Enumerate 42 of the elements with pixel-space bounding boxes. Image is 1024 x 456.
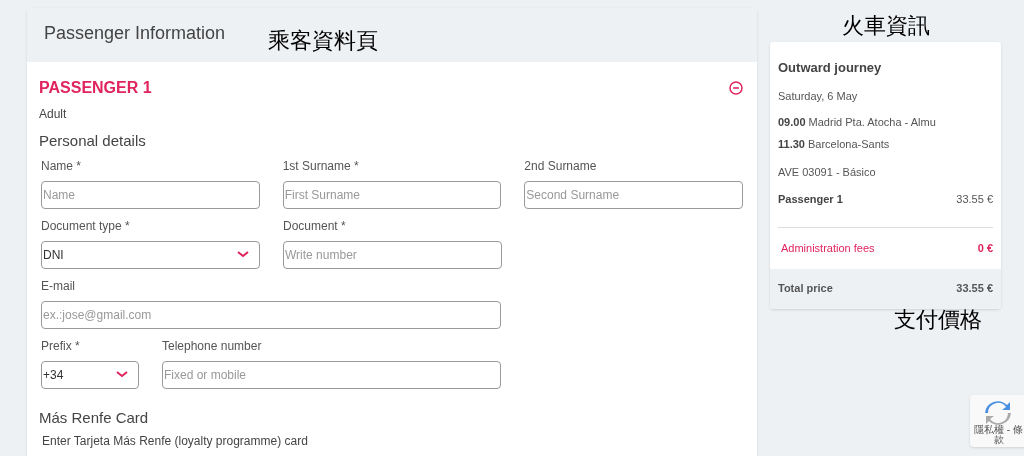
recaptcha-icon — [984, 401, 1012, 425]
caret-icon — [237, 251, 249, 258]
price-value: 33.55 € — [956, 191, 993, 207]
passenger-type: Adult — [39, 106, 68, 123]
field-label: 1st Surname * — [282, 157, 360, 175]
input-field[interactable]: ex.:jose@gmail.com — [41, 300, 501, 329]
total-label: Total price — [778, 281, 833, 297]
annotation-text: 乘客資料頁 — [268, 30, 378, 52]
caret-icon — [116, 371, 128, 378]
section-heading: Personal details — [39, 131, 147, 151]
input-field[interactable]: Fixed or mobile — [162, 360, 501, 389]
fees-value: 0 € — [977, 241, 993, 256]
train-info: AVE 03091 - Básico — [778, 165, 877, 180]
recaptcha-link[interactable]: 隱私權 - 條 — [974, 425, 1023, 435]
annotation-text: 火車資訊 — [842, 15, 930, 37]
dropdown[interactable]: +34 — [41, 360, 139, 389]
field-label: 2nd Surname — [524, 157, 598, 175]
journey-date: Saturday, 6 May — [778, 88, 859, 104]
field-label: E-mail — [41, 277, 76, 295]
summary-title: Outward journey — [778, 59, 883, 77]
field-label: Document * — [283, 217, 347, 235]
passenger-heading: PASSENGER 1 — [39, 78, 152, 98]
passenger-label: Passenger 1 — [778, 191, 843, 207]
input-field[interactable]: Second Surname — [524, 180, 743, 209]
input-field[interactable]: First Surname — [282, 180, 502, 209]
section-heading: Más Renfe Card — [39, 407, 150, 428]
recaptcha-link[interactable]: 款 — [974, 435, 1004, 445]
field-label: Telephone number — [162, 337, 263, 355]
card-description: Enter Tarjeta Más Renfe (loyalty programme) card — [41, 433, 309, 450]
page-title: Passenger Information — [44, 21, 226, 45]
annotation-text: 支付價格 — [894, 309, 982, 331]
dropdown[interactable]: DNI — [41, 240, 260, 269]
input-field[interactable]: Write number — [283, 240, 502, 269]
fees-label: Administration fees — [781, 241, 875, 256]
field-label: Prefix * — [41, 337, 81, 355]
total-value: 33.55 € — [956, 281, 993, 297]
collapse-icon[interactable] — [729, 81, 743, 95]
input-field[interactable]: Name — [41, 180, 260, 209]
journey-leg: 11.30 Barcelona-Sants — [778, 136, 891, 152]
journey-leg: 09.00 Madrid Pta. Atocha - Almu — [778, 115, 937, 130]
field-label: Name * — [41, 157, 82, 175]
field-label: Document type * — [41, 217, 131, 235]
